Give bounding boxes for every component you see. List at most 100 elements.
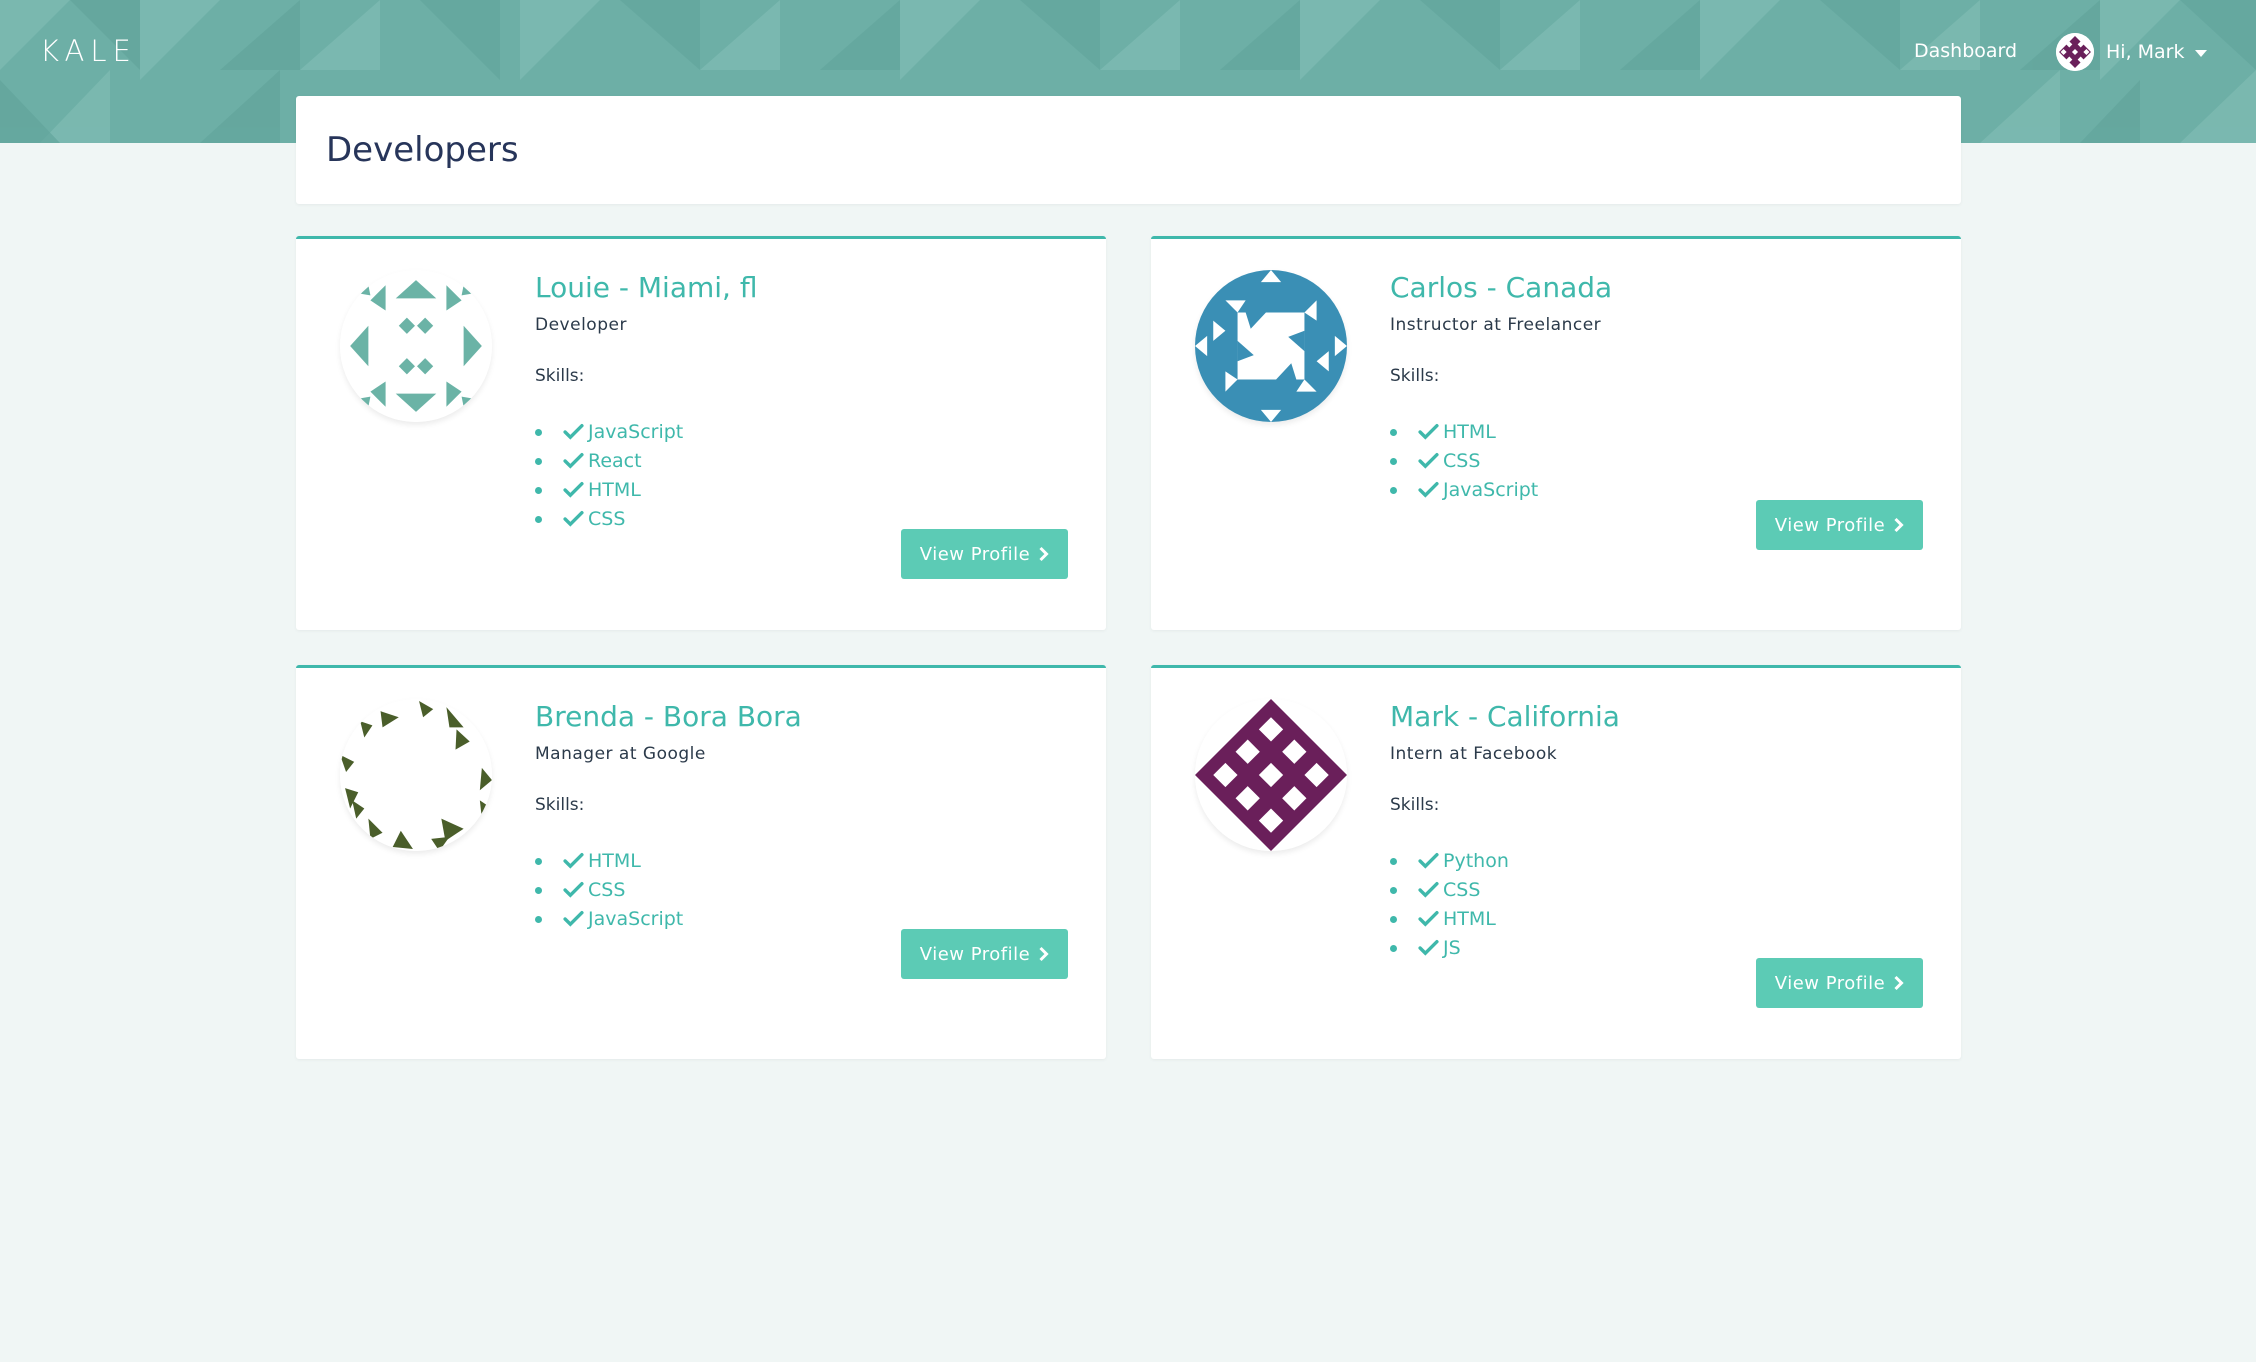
check-icon — [563, 423, 584, 440]
chevron-right-icon — [1039, 546, 1049, 562]
skill-item: React — [535, 446, 683, 475]
skill-name: HTML — [1443, 420, 1496, 443]
developer-card: Carlos - Canada Instructor at Freelancer… — [1151, 236, 1961, 630]
chevron-right-icon — [1039, 946, 1049, 962]
skill-item: JavaScript — [1390, 475, 1538, 504]
check-icon — [1418, 910, 1439, 927]
skill-name: CSS — [1443, 878, 1481, 901]
user-menu[interactable]: Hi, Mark — [2056, 32, 2207, 72]
view-profile-label: View Profile — [1774, 972, 1886, 994]
check-icon — [1418, 423, 1439, 440]
skill-item: HTML — [1390, 417, 1538, 446]
skill-name: JavaScript — [1443, 478, 1539, 501]
skills-list: JavaScript React HTML CSS — [535, 417, 683, 533]
check-icon — [1418, 452, 1439, 469]
developer-avatar — [1195, 699, 1347, 851]
skill-name: CSS — [588, 507, 626, 530]
developer-name[interactable]: Mark - California — [1390, 700, 1620, 733]
developer-role: Manager at Google — [535, 744, 706, 764]
skill-name: JavaScript — [588, 420, 684, 443]
developer-name[interactable]: Louie - Miami, fl — [535, 271, 757, 304]
page-header-card: Developers — [296, 96, 1961, 204]
skills-label: Skills: — [535, 366, 585, 386]
skill-name: HTML — [1443, 907, 1496, 930]
skill-name: CSS — [588, 878, 626, 901]
page-title: Developers — [326, 130, 519, 170]
view-profile-label: View Profile — [919, 543, 1031, 565]
developer-role: Instructor at Freelancer — [1390, 315, 1602, 335]
skill-item: HTML — [535, 846, 683, 875]
bullet-dot — [1390, 945, 1397, 952]
developer-avatar — [340, 699, 492, 851]
skill-item: CSS — [1390, 875, 1509, 904]
skill-item: CSS — [1390, 446, 1538, 475]
chevron-right-icon — [1894, 975, 1904, 991]
bullet-dot — [535, 887, 542, 894]
caret-down-icon — [2194, 49, 2207, 57]
skills-label: Skills: — [1390, 795, 1440, 815]
developer-card: Brenda - Bora Bora Manager at Google Ski… — [296, 665, 1106, 1059]
check-icon — [563, 452, 584, 469]
bullet-dot — [1390, 458, 1397, 465]
skills-label: Skills: — [535, 795, 585, 815]
user-greeting: Hi, Mark — [2106, 41, 2185, 63]
bullet-dot — [1390, 887, 1397, 894]
check-icon — [1418, 481, 1439, 498]
skill-name: HTML — [588, 478, 641, 501]
skill-item: JS — [1390, 933, 1509, 962]
bullet-dot — [1390, 487, 1397, 494]
skill-name: HTML — [588, 849, 641, 872]
bullet-dot — [1390, 429, 1397, 436]
skill-name: JS — [1443, 936, 1461, 959]
view-profile-label: View Profile — [1774, 514, 1886, 536]
skills-list: Python CSS HTML JS — [1390, 846, 1509, 962]
skill-name: JavaScript — [588, 907, 684, 930]
skills-list: HTML CSS JavaScript — [1390, 417, 1538, 504]
check-icon — [1418, 881, 1439, 898]
view-profile-button[interactable]: View Profile — [1756, 500, 1923, 550]
developer-role: Intern at Facebook — [1390, 744, 1558, 764]
developer-card: Louie - Miami, fl Developer Skills: Java… — [296, 236, 1106, 630]
bullet-dot — [1390, 916, 1397, 923]
bullet-dot — [535, 858, 542, 865]
navbar: KALE Dashboard Hi, Mark — [0, 0, 2256, 104]
check-icon — [563, 481, 584, 498]
bullet-dot — [535, 487, 542, 494]
skill-item: CSS — [535, 504, 683, 533]
skill-name: Python — [1443, 849, 1509, 872]
skill-item: HTML — [1390, 904, 1509, 933]
view-profile-label: View Profile — [919, 943, 1031, 965]
bullet-dot — [1390, 858, 1397, 865]
check-icon — [563, 881, 584, 898]
nav-link-dashboard[interactable]: Dashboard — [1914, 40, 2017, 62]
developer-name[interactable]: Carlos - Canada — [1390, 271, 1612, 304]
developer-avatar — [1195, 270, 1347, 422]
skill-name: CSS — [1443, 449, 1481, 472]
check-icon — [563, 510, 584, 527]
developer-card: Mark - California Intern at Facebook Ski… — [1151, 665, 1961, 1059]
bullet-dot — [535, 458, 542, 465]
check-icon — [1418, 852, 1439, 869]
skill-item: CSS — [535, 875, 683, 904]
bullet-dot — [535, 429, 542, 436]
developer-avatar — [340, 270, 492, 422]
brand-logo[interactable]: KALE — [40, 34, 137, 68]
skill-item: JavaScript — [535, 417, 683, 446]
view-profile-button[interactable]: View Profile — [1756, 958, 1923, 1008]
skills-list: HTML CSS JavaScript — [535, 846, 683, 933]
skill-item: JavaScript — [535, 904, 683, 933]
view-profile-button[interactable]: View Profile — [901, 929, 1068, 979]
skill-item: HTML — [535, 475, 683, 504]
chevron-right-icon — [1894, 517, 1904, 533]
developer-role: Developer — [535, 315, 627, 335]
skills-label: Skills: — [1390, 366, 1440, 386]
bullet-dot — [535, 516, 542, 523]
skill-item: Python — [1390, 846, 1509, 875]
bullet-dot — [535, 916, 542, 923]
user-avatar — [2056, 33, 2094, 71]
check-icon — [1418, 939, 1439, 956]
skill-name: React — [588, 449, 642, 472]
developer-name[interactable]: Brenda - Bora Bora — [535, 700, 802, 733]
check-icon — [563, 910, 584, 927]
view-profile-button[interactable]: View Profile — [901, 529, 1068, 579]
